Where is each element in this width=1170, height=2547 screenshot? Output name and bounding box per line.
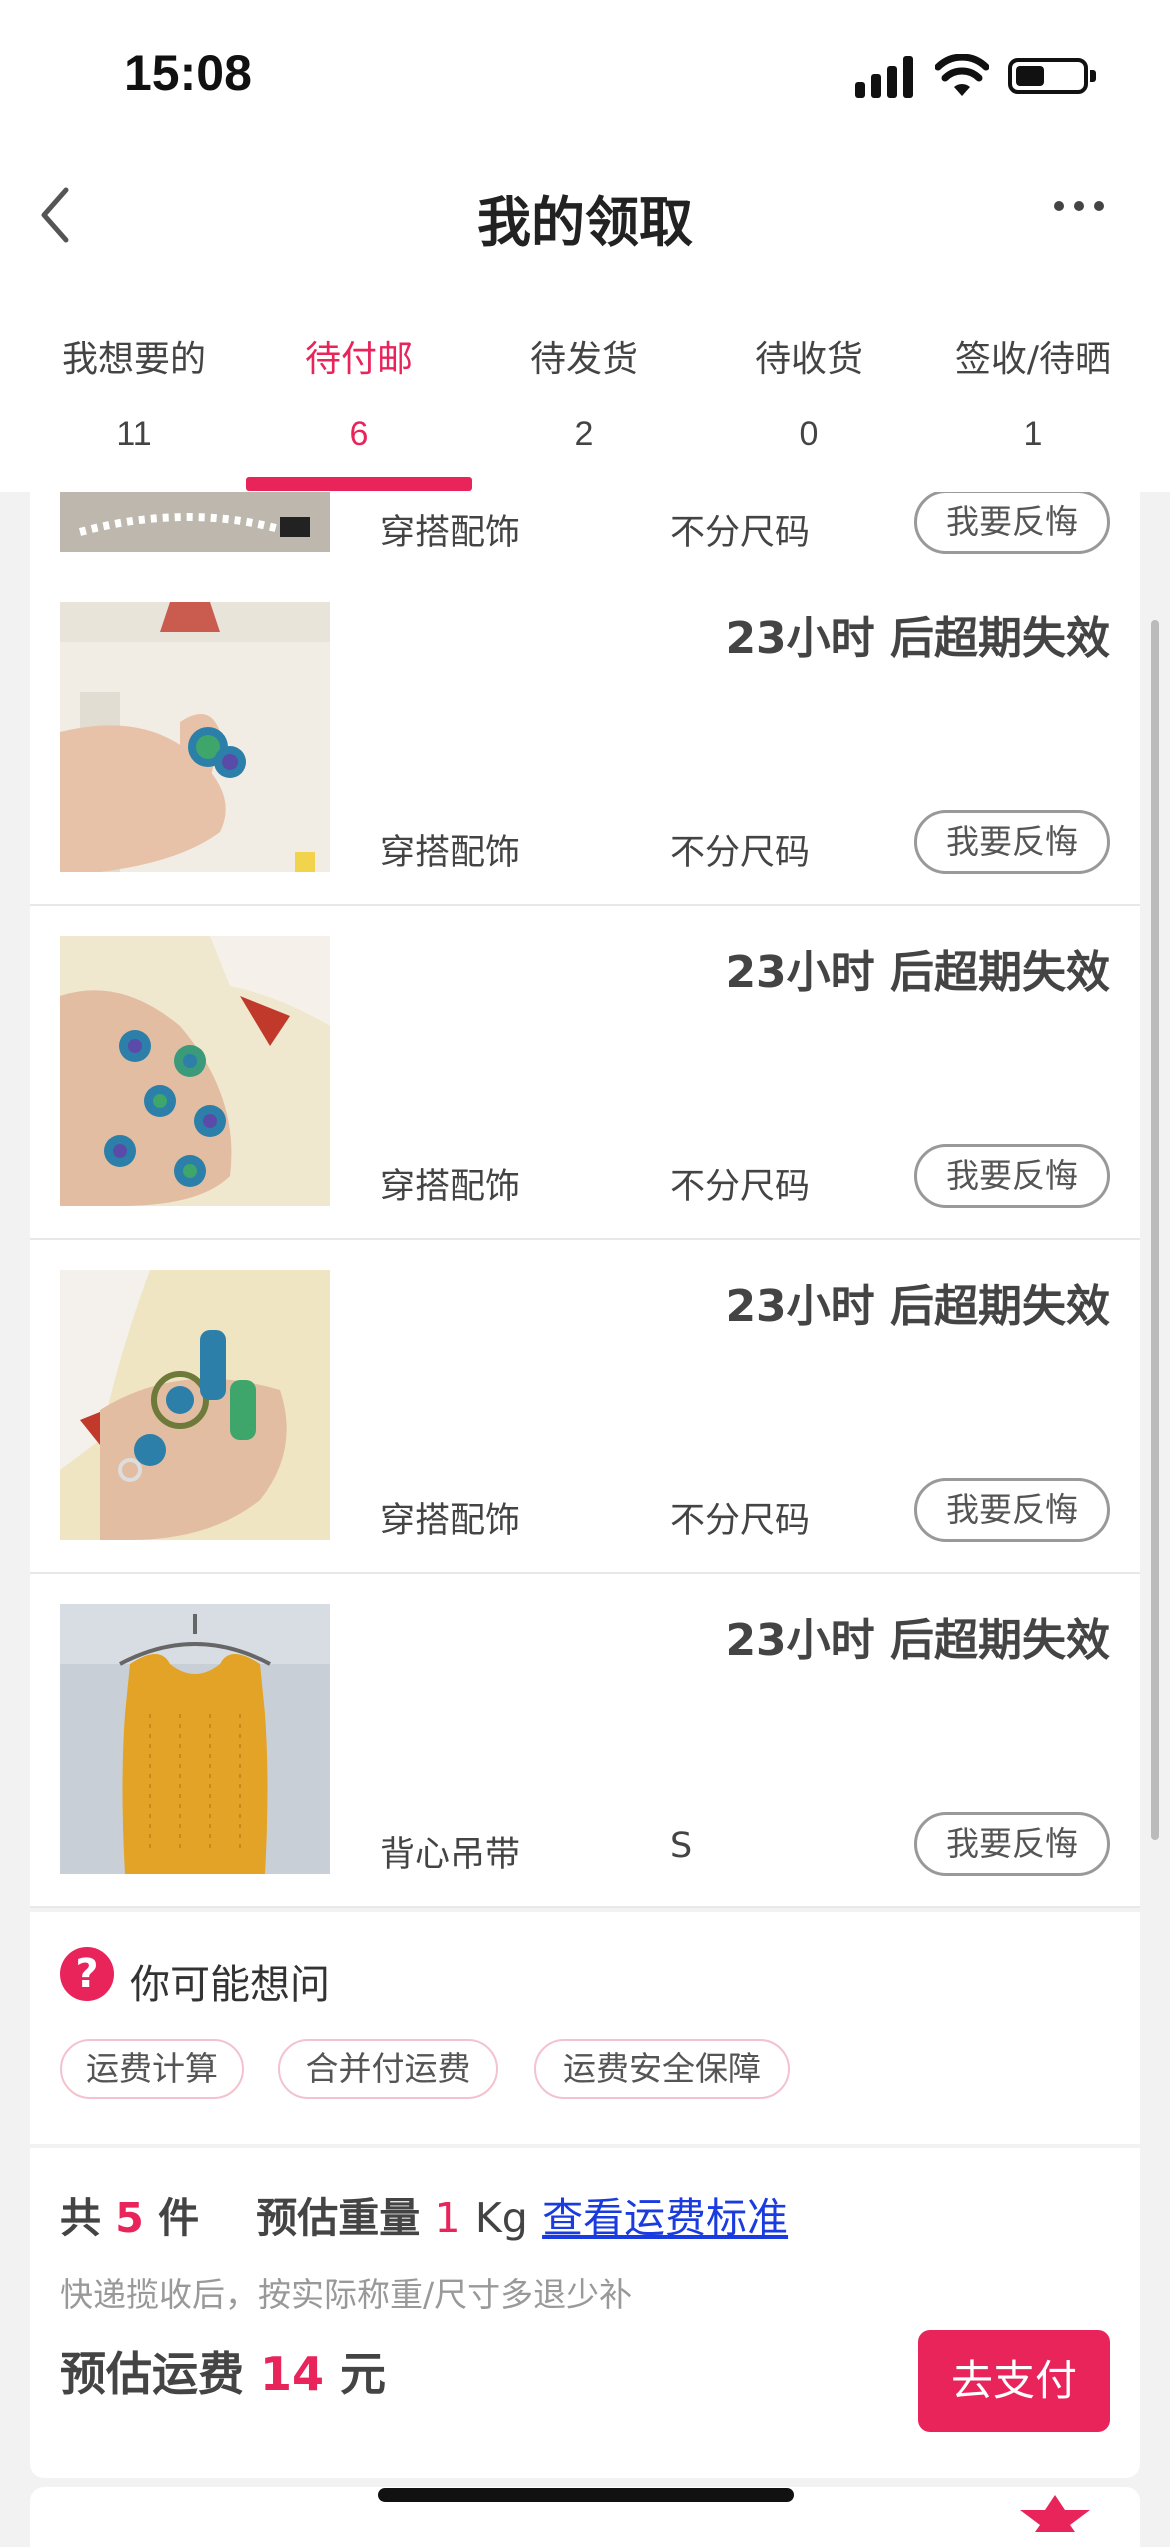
list-item: 23小时 后超期失效 穿搭配饰 不分尺码 我要反悔 <box>30 572 1140 906</box>
weight-label: 预估重量 <box>256 2194 421 2242</box>
badge-icon <box>1020 2495 1090 2532</box>
question-icon: ? <box>60 1947 114 2001</box>
status-tabs: 我想要的 11 待付邮 6 待发货 2 待收货 0 签收/待晒 1 <box>0 300 1170 492</box>
tab-label: 待收货 <box>754 339 863 380</box>
total-count: 5 <box>115 2194 144 2242</box>
tab-count: 6 <box>349 415 369 453</box>
expiry-countdown: 23小时 后超期失效 <box>725 613 1110 664</box>
item-category: 穿搭配饰 <box>380 833 521 873</box>
regret-button[interactable]: 我要反悔 <box>914 1144 1110 1208</box>
summary-line: 共 5 件 预估重量 1 Kg 查看运费标准 <box>60 2184 788 2244</box>
weight-unit: Kg <box>474 2194 528 2242</box>
wifi-icon <box>935 54 989 96</box>
item-size: 不分尺码 <box>670 833 811 873</box>
regret-button[interactable]: 我要反悔 <box>914 1812 1110 1876</box>
weight-note: 快递揽收后，按实际称重/尺寸多退少补 <box>60 2275 633 2314</box>
total-prefix: 共 <box>60 2194 101 2242</box>
list-item: 23小时 后超期失效 背心吊带 S 我要反悔 <box>30 1574 1140 1908</box>
faq-section: ? 你可能想问 运费计算 合并付运费 运费安全保障 <box>30 1912 1140 2144</box>
list-item: 23小时 后超期失效 穿搭配饰 不分尺码 我要反悔 <box>30 906 1140 1240</box>
tab-count: 1 <box>1023 415 1043 453</box>
home-indicator[interactable] <box>378 2488 794 2502</box>
faq-chip-combined-shipping[interactable]: 合并付运费 <box>278 2039 498 2099</box>
expiry-countdown: 23小时 后超期失效 <box>725 947 1110 998</box>
estimated-fee: 预估运费 14 元 <box>60 2338 386 2404</box>
faq-chip-shipping-calc[interactable]: 运费计算 <box>60 2039 244 2099</box>
item-thumbnail[interactable] <box>60 602 330 872</box>
fee-unit: 元 <box>340 2347 387 2401</box>
tab-signed-to-review[interactable]: 签收/待晒 1 <box>921 300 1145 492</box>
item-size: 不分尺码 <box>670 1501 811 1541</box>
expiry-countdown: 23小时 后超期失效 <box>725 1281 1110 1332</box>
faq-title: 你可能想问 <box>130 1962 330 2008</box>
total-unit: 件 <box>158 2194 200 2242</box>
fee-label: 预估运费 <box>60 2347 244 2401</box>
tab-pending-dispatch[interactable]: 待发货 2 <box>472 300 696 492</box>
expiry-countdown: 23小时 后超期失效 <box>725 1615 1110 1666</box>
fee-value: 14 <box>260 2347 325 2401</box>
active-tab-indicator <box>246 477 472 491</box>
tab-label: 待付邮 <box>304 339 413 380</box>
item-category: 穿搭配饰 <box>380 1501 521 1541</box>
weight-value: 1 <box>434 2194 461 2242</box>
tab-count: 0 <box>799 415 819 453</box>
scrollbar[interactable] <box>1151 620 1159 1840</box>
cellular-signal-icon <box>855 54 917 98</box>
regret-button[interactable]: 我要反悔 <box>914 1478 1110 1542</box>
item-category: 穿搭配饰 <box>380 1167 521 1207</box>
item-thumbnail[interactable] <box>60 936 330 1206</box>
item-size: S <box>670 1826 693 1866</box>
battery-icon <box>1008 58 1096 94</box>
faq-chip-shipping-guarantee[interactable]: 运费安全保障 <box>534 2039 790 2099</box>
pay-button[interactable]: 去支付 <box>918 2330 1110 2432</box>
tab-count: 11 <box>116 415 152 453</box>
item-thumbnail[interactable] <box>60 492 330 552</box>
item-category: 穿搭配饰 <box>380 513 521 553</box>
list-item: 23小时 后超期失效 穿搭配饰 不分尺码 我要反悔 <box>30 1240 1140 1574</box>
nav-bar: 我的领取 <box>0 150 1170 300</box>
tab-count: 2 <box>574 415 594 453</box>
tab-pending-shipping-fee[interactable]: 待付邮 6 <box>247 300 471 492</box>
more-options-icon[interactable] <box>1050 195 1110 215</box>
regret-button[interactable]: 我要反悔 <box>914 810 1110 874</box>
regret-button[interactable]: 我要反悔 <box>914 492 1110 554</box>
item-size: 不分尺码 <box>670 1167 811 1207</box>
shipping-standard-link[interactable]: 查看运费标准 <box>542 2194 788 2242</box>
claim-list[interactable]: 穿搭配饰 不分尺码 我要反悔 23小时 后超期失效 穿搭配饰 不分尺码 我要反悔 <box>30 492 1140 2532</box>
item-thumbnail[interactable] <box>60 1270 330 1540</box>
payment-summary: 共 5 件 预估重量 1 Kg 查看运费标准 快递揽收后，按实际称重/尺寸多退少… <box>30 2148 1140 2478</box>
tab-label: 我想要的 <box>61 339 206 380</box>
tab-pending-receipt[interactable]: 待收货 0 <box>697 300 921 492</box>
status-time: 15:08 <box>124 45 252 101</box>
tab-label: 签收/待晒 <box>954 339 1112 380</box>
item-size: 不分尺码 <box>670 513 811 553</box>
tab-label: 待发货 <box>529 339 638 380</box>
tab-wanted[interactable]: 我想要的 11 <box>22 300 246 492</box>
status-bar: 15:08 <box>0 0 1170 150</box>
page-title: 我的领取 <box>477 191 693 254</box>
item-category: 背心吊带 <box>380 1835 521 1875</box>
item-thumbnail[interactable] <box>60 1604 330 1874</box>
